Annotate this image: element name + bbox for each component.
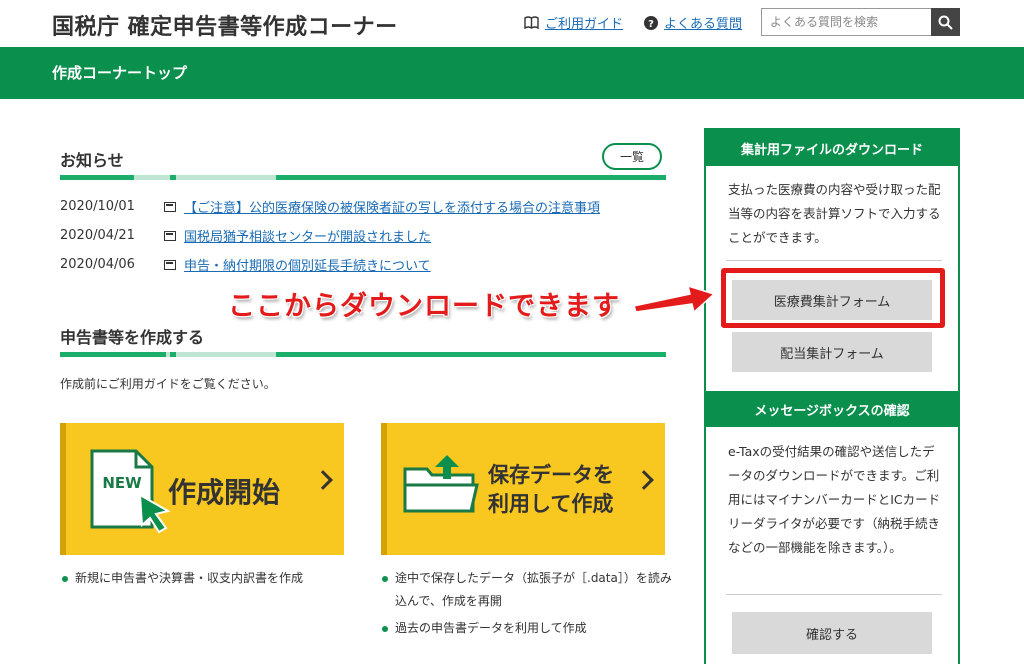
news-item: 2020/04/21 国税局猶予相談センターが開設されました xyxy=(60,226,431,245)
arrow-right-icon xyxy=(633,284,716,314)
document-icon xyxy=(164,201,176,212)
news-date: 2020/04/21 xyxy=(60,228,135,243)
news-divider xyxy=(60,175,666,180)
faq-link[interactable]: ? よくある質問 xyxy=(644,13,742,32)
search-input[interactable] xyxy=(761,8,931,36)
new-badge: NEW xyxy=(102,474,142,492)
search-icon xyxy=(938,15,953,30)
chevron-right-icon xyxy=(634,470,654,490)
faq-link-label[interactable]: よくある質問 xyxy=(664,13,742,32)
new-card-notes: 新規に申告書や決算書・収支内訳書を作成 xyxy=(61,567,351,590)
guide-link[interactable]: ご利用ガイド xyxy=(524,13,623,32)
book-icon xyxy=(524,16,539,29)
messagebox-panel-title: メッセージボックスの確認 xyxy=(706,391,958,427)
create-heading: 申告書等を作成する xyxy=(60,328,205,347)
list-item: 新規に申告書や決算書・収支内訳書を作成 xyxy=(61,567,351,590)
list-item: 途中で保存したデータ（拡張子が［.data］）を読み込んで、作成を再開 xyxy=(381,567,673,613)
divider xyxy=(726,594,942,595)
saved-data-label-line1: 保存データを xyxy=(488,463,614,487)
new-create-card[interactable]: NEW 作成開始 xyxy=(60,423,344,555)
news-link[interactable]: 申告・納付期限の個別延長手続きについて xyxy=(184,255,431,274)
divider xyxy=(726,260,942,261)
news-link[interactable]: 【ご注意】公的医療保険の被保険者証の写しを添付する場合の注意事項 xyxy=(184,197,600,216)
messagebox-confirm-button[interactable]: 確認する xyxy=(732,612,932,654)
news-item: 2020/10/01 【ご注意】公的医療保険の被保険者証の写しを添付する場合の注… xyxy=(60,197,600,216)
news-link[interactable]: 国税局猶予相談センターが開設されました xyxy=(184,226,431,245)
download-panel-title: 集計用ファイルのダウンロード xyxy=(706,130,958,166)
news-more-button[interactable]: 一覧 xyxy=(602,143,662,170)
news-date: 2020/10/01 xyxy=(60,199,135,214)
create-divider xyxy=(60,352,666,357)
guide-link-label[interactable]: ご利用ガイド xyxy=(545,13,623,32)
news-item: 2020/04/06 申告・納付期限の個別延長手続きについて xyxy=(60,255,431,274)
nav-bar: 作成コーナートップ xyxy=(0,47,1024,99)
search-button[interactable] xyxy=(931,8,960,36)
list-item: 過去の申告書データを利用して作成 xyxy=(381,617,673,640)
guide-notice: 作成前にご利用ガイドをご覧ください。 xyxy=(60,377,276,391)
news-heading: お知らせ xyxy=(60,151,124,170)
highlight-box xyxy=(721,268,945,328)
new-document-icon: NEW xyxy=(90,449,171,534)
annotation-text: ここからダウンロードできます xyxy=(228,291,620,322)
saved-data-card[interactable]: 保存データを 利用して作成 xyxy=(381,423,665,555)
messagebox-description: e-Taxの受付結果の確認や送信したデータのダウンロードができます。ご利用にはマ… xyxy=(728,444,941,555)
question-icon: ? xyxy=(644,15,658,30)
site-header: 国税庁 確定申告書等作成コーナー ご利用ガイド ? よくある質問 xyxy=(0,0,1024,47)
news-date: 2020/04/06 xyxy=(60,257,135,272)
download-description: 支払った医療費の内容や受け取った配当等の内容を表計算ソフトで入力することができま… xyxy=(728,182,941,245)
svg-text:?: ? xyxy=(648,19,654,30)
site-title: 国税庁 確定申告書等作成コーナー xyxy=(52,15,398,40)
sidebar-panel: 集計用ファイルのダウンロード 支払った医療費の内容や受け取った配当等の内容を表計… xyxy=(704,128,960,664)
chevron-right-icon xyxy=(313,470,333,490)
search-box xyxy=(761,8,960,36)
saved-card-notes: 途中で保存したデータ（拡張子が［.data］）を読み込んで、作成を再開 過去の申… xyxy=(381,567,673,640)
saved-data-label: 保存データを 利用して作成 xyxy=(488,461,614,519)
nav-title[interactable]: 作成コーナートップ xyxy=(52,62,187,83)
saved-data-label-line2: 利用して作成 xyxy=(488,492,614,516)
dividend-form-button[interactable]: 配当集計フォーム xyxy=(732,332,932,372)
document-icon xyxy=(164,230,176,241)
new-create-label: 作成開始 xyxy=(168,476,281,509)
folder-upload-icon xyxy=(403,455,479,513)
document-icon xyxy=(164,259,176,270)
